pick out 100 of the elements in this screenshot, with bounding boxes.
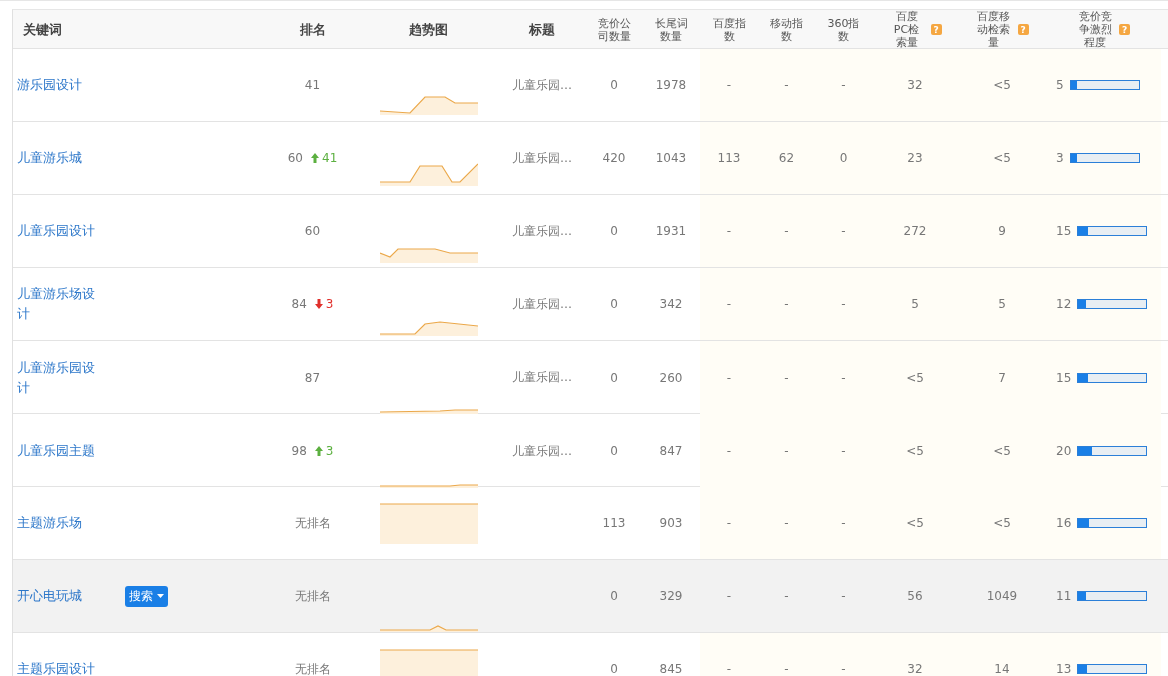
- keyword-link[interactable]: 开心电玩城: [17, 586, 107, 606]
- page-title: 儿童乐园…: [512, 442, 572, 460]
- page-title: 儿童乐园…: [512, 222, 572, 240]
- competition-bar: [1077, 299, 1148, 309]
- competition-score: 20: [1056, 444, 1072, 458]
- bid-company-count: 113: [602, 516, 626, 530]
- rank: 无排名: [294, 514, 331, 532]
- index-360: -: [841, 516, 846, 530]
- index-360: -: [841, 662, 846, 676]
- rank: 41: [304, 78, 321, 92]
- keyword-link[interactable]: 儿童乐园设计: [17, 221, 107, 241]
- longtail-count: 260: [659, 370, 683, 385]
- column-header: 百度PC检索量: [892, 10, 921, 49]
- pc-search-volume: <5: [906, 370, 924, 385]
- competition-bar: [1069, 153, 1140, 163]
- search-dropdown-button[interactable]: 搜索: [125, 585, 168, 607]
- mobile-search-volume: 5: [998, 297, 1006, 311]
- competition-score: 16: [1056, 516, 1072, 530]
- mobile-index: -: [784, 224, 789, 238]
- table-row[interactable]: 儿童游乐场设计 84 3 儿童乐园… 0 342 - - - 5 5 12: [13, 268, 1168, 341]
- mobile-search-volume: 1049: [986, 589, 1018, 603]
- bid-company-count: 0: [610, 370, 618, 385]
- mobile-index: -: [784, 662, 789, 676]
- mobile-index: -: [784, 589, 789, 603]
- baidu-index: -: [726, 297, 732, 311]
- mobile-search-volume: 14: [994, 662, 1010, 676]
- column-header: 关键词: [23, 23, 62, 36]
- page-title: 儿童乐园…: [512, 295, 572, 313]
- mobile-index: -: [784, 444, 789, 458]
- column-header: 百度指数: [711, 16, 747, 43]
- longtail-count: 1931: [655, 224, 687, 238]
- index-360: -: [841, 78, 846, 92]
- longtail-count: 1043: [655, 151, 687, 165]
- bid-company-count: 0: [610, 589, 618, 603]
- rank: 无排名: [294, 660, 331, 676]
- rank: 87: [304, 370, 321, 385]
- longtail-count: 845: [659, 662, 683, 676]
- column-header: 排名: [299, 23, 326, 36]
- competition-bar: [1077, 446, 1148, 456]
- longtail-count: 903: [659, 516, 683, 530]
- baidu-index: -: [726, 370, 732, 385]
- rank-change: 3: [325, 444, 334, 458]
- keyword-link[interactable]: 儿童游乐城: [17, 148, 107, 168]
- longtail-count: 1978: [655, 78, 687, 92]
- table-row[interactable]: 主题游乐场 无排名 113 903 - - - <5 <5 16: [13, 487, 1168, 560]
- table-row[interactable]: 儿童游乐城 60 41 儿童乐园… 420 1043 113 62 0 23 <5 3: [13, 122, 1168, 195]
- keyword-link[interactable]: 儿童游乐场设计: [17, 284, 107, 324]
- mobile-index: -: [784, 516, 789, 530]
- baidu-index: -: [726, 662, 732, 676]
- pc-search-volume: 272: [903, 224, 927, 238]
- rank: 无排名: [294, 587, 331, 605]
- column-header: 移动指数: [769, 16, 804, 43]
- competition-score: 3: [1056, 151, 1064, 165]
- competition-score: 13: [1056, 662, 1072, 676]
- mobile-search-volume: <5: [993, 78, 1011, 92]
- baidu-index: -: [726, 78, 732, 92]
- bid-company-count: 0: [610, 78, 618, 92]
- baidu-index: -: [726, 224, 732, 238]
- longtail-count: 847: [659, 444, 683, 458]
- mobile-search-volume: <5: [993, 151, 1011, 165]
- competition-bar: [1077, 664, 1148, 674]
- column-header: 竞价公司数量: [596, 16, 632, 43]
- competition-bar: [1077, 226, 1148, 236]
- table-row[interactable]: 儿童乐园主题 98 3 儿童乐园… 0 847 - - - <5 <5 20: [13, 414, 1168, 487]
- baidu-index: 113: [717, 151, 741, 165]
- pc-search-volume: 32: [907, 662, 923, 676]
- pc-search-volume: <5: [906, 444, 924, 458]
- rank: 98: [291, 444, 307, 458]
- competition-score: 11: [1056, 589, 1072, 603]
- competition-score: 15: [1056, 370, 1072, 385]
- page-title: 儿童乐园…: [512, 149, 572, 167]
- pc-search-volume: 56: [907, 589, 923, 603]
- mobile-search-volume: 9: [998, 224, 1006, 238]
- bid-company-count: 0: [610, 444, 618, 458]
- index-360: -: [841, 297, 846, 311]
- keyword-link[interactable]: 主题乐园设计: [17, 659, 107, 676]
- baidu-index: -: [726, 589, 732, 603]
- table-row[interactable]: 儿童乐园设计 60 儿童乐园… 0 1931 - - - 272 9 15: [13, 195, 1168, 268]
- index-360: 0: [839, 151, 848, 165]
- index-360: -: [841, 589, 846, 603]
- bid-company-count: 0: [610, 297, 618, 311]
- mobile-search-volume: 7: [998, 370, 1006, 385]
- keyword-link[interactable]: 儿童游乐园设计: [17, 357, 107, 398]
- baidu-index: -: [726, 444, 732, 458]
- table-row[interactable]: 游乐园设计 41 儿童乐园… 0 1978 - - - 32 <5 5: [13, 49, 1168, 122]
- up-arrow-icon: [311, 153, 319, 163]
- competition-score: 12: [1056, 297, 1072, 311]
- down-arrow-icon: [314, 299, 323, 309]
- table-row[interactable]: 儿童游乐园设计 87 儿童乐园… 0 260 - - - <5 7 15: [13, 341, 1168, 414]
- competition-bar: [1077, 591, 1148, 601]
- column-header: 360指数: [826, 16, 861, 43]
- table-row[interactable]: 开心电玩城 搜索 无排名 0 329 - - - 56 1049 11: [13, 560, 1168, 633]
- keyword-link[interactable]: 主题游乐场: [17, 513, 107, 533]
- index-360: -: [841, 444, 846, 458]
- caret-icon: [157, 594, 164, 598]
- keyword-link[interactable]: 游乐园设计: [17, 75, 107, 95]
- index-360: -: [841, 370, 846, 385]
- pc-search-volume: <5: [906, 516, 924, 530]
- competition-score: 5: [1056, 78, 1064, 92]
- keyword-link[interactable]: 儿童乐园主题: [17, 441, 107, 461]
